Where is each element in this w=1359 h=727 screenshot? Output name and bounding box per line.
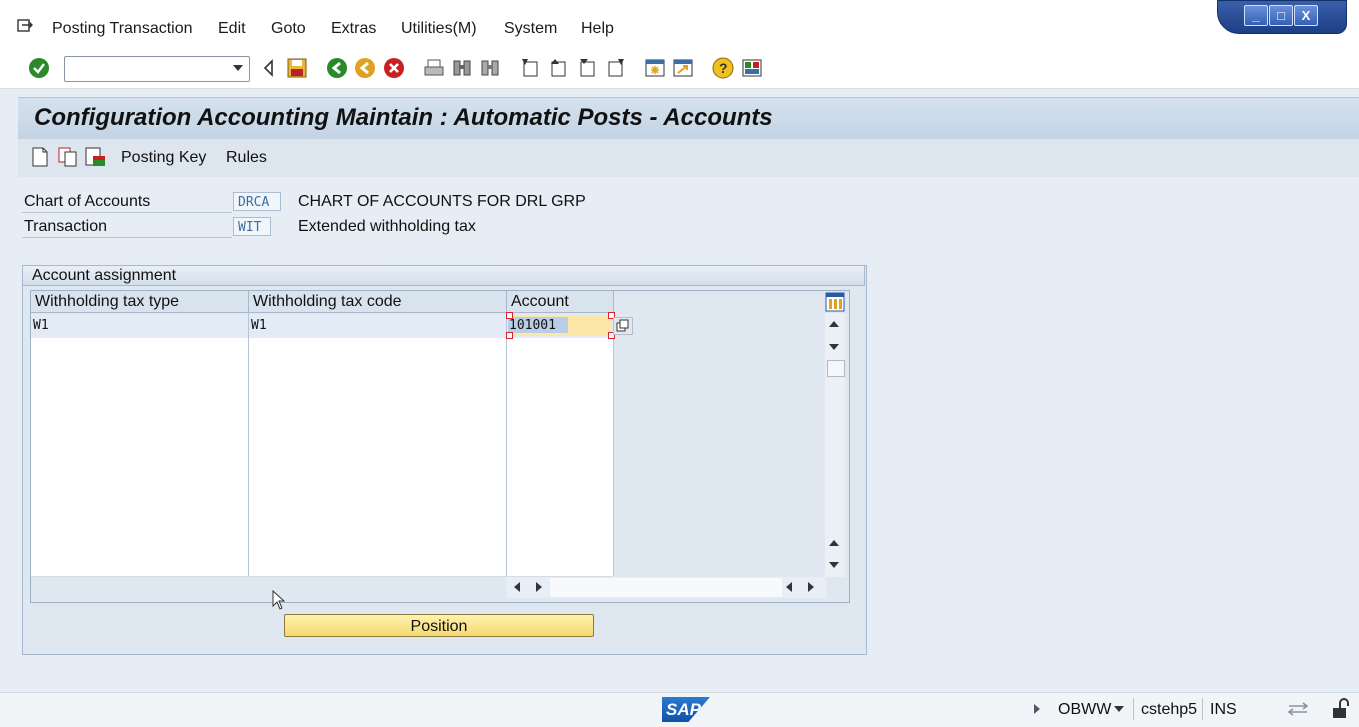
copy-as-icon[interactable]	[58, 147, 78, 172]
menu-bar: Posting Transaction Edit Goto Extras Uti…	[0, 0, 1359, 48]
table-row[interactable]	[31, 338, 613, 363]
menu-edit[interactable]: Edit	[218, 20, 246, 38]
selection-handle	[506, 332, 513, 339]
scroll-left-end-icon[interactable]	[786, 582, 792, 592]
help-icon[interactable]: ?	[712, 57, 734, 79]
menu-goto[interactable]: Goto	[271, 20, 306, 38]
table-row[interactable]	[31, 530, 613, 555]
scroll-left-icon[interactable]	[514, 582, 520, 592]
previous-page-icon[interactable]	[547, 57, 569, 79]
next-page-icon[interactable]	[576, 57, 598, 79]
maximize-button[interactable]: □	[1269, 5, 1293, 26]
rules-button[interactable]: Rules	[226, 149, 267, 167]
scroll-up-icon[interactable]	[829, 321, 839, 327]
status-transaction[interactable]: OBWW	[1058, 701, 1111, 719]
chart-of-accounts-label: Chart of Accounts	[24, 193, 151, 210]
back-icon[interactable]	[326, 57, 348, 79]
application-toolbar	[18, 139, 1359, 177]
chart-of-accounts-field[interactable]: DRCA	[233, 192, 281, 211]
scroll-down-icon[interactable]	[829, 344, 839, 350]
shortcut-icon[interactable]	[672, 57, 694, 79]
connection-icon	[1287, 700, 1311, 725]
menu-system[interactable]: System	[504, 20, 557, 38]
title-bar: Configuration Accounting Maintain : Auto…	[18, 97, 1359, 140]
column-divider	[248, 313, 249, 576]
table-row[interactable]	[31, 386, 613, 411]
posting-key-button[interactable]: Posting Key	[121, 149, 206, 167]
exit-icon[interactable]	[354, 57, 376, 79]
label-underline	[22, 237, 232, 238]
enter-icon[interactable]	[28, 57, 50, 79]
column-header-tax-type[interactable]: Withholding tax type	[31, 291, 249, 313]
menu-extras[interactable]: Extras	[331, 20, 376, 38]
window-controls: _ □ X	[1217, 0, 1347, 34]
chart-of-accounts-description: CHART OF ACCOUNTS FOR DRL GRP	[298, 193, 586, 210]
table-row[interactable]	[31, 410, 613, 435]
transaction-label: Transaction	[24, 218, 107, 235]
mouse-pointer-icon	[272, 589, 286, 615]
status-dropdown-icon[interactable]	[1114, 706, 1124, 712]
menu-posting-transaction[interactable]: Posting Transaction	[52, 20, 193, 38]
status-server: cstehp5	[1141, 701, 1198, 718]
svg-text:?: ?	[719, 60, 728, 76]
scroll-page-up-icon[interactable]	[829, 540, 839, 546]
table-row[interactable]	[31, 482, 613, 507]
position-button[interactable]: Position	[284, 614, 594, 637]
group-title: Account assignment	[32, 267, 177, 284]
new-session-icon[interactable]	[644, 57, 666, 79]
scroll-page-down-icon[interactable]	[829, 562, 839, 568]
vertical-scrollbar[interactable]	[825, 313, 845, 577]
column-divider	[613, 313, 614, 576]
table-row[interactable]	[31, 506, 613, 531]
cell-tax-type[interactable]: W1	[33, 318, 49, 333]
status-separator	[1133, 698, 1134, 720]
chevron-down-icon[interactable]	[233, 65, 243, 71]
print-icon[interactable]	[423, 57, 445, 79]
back-nav-icon[interactable]	[258, 57, 280, 79]
save-icon[interactable]	[286, 57, 308, 79]
scroll-right-icon[interactable]	[536, 582, 542, 592]
menu-help[interactable]: Help	[581, 20, 614, 38]
delete-icon[interactable]	[85, 147, 107, 172]
first-page-icon[interactable]	[519, 57, 541, 79]
transaction-description: Extended withholding tax	[298, 218, 476, 235]
close-button[interactable]: X	[1294, 5, 1318, 26]
status-expand-icon[interactable]	[1034, 704, 1040, 714]
find-next-icon[interactable]	[479, 57, 501, 79]
find-icon[interactable]	[451, 57, 473, 79]
cancel-icon[interactable]	[383, 57, 405, 79]
label-underline	[22, 212, 232, 213]
horizontal-scroll-track[interactable]	[550, 578, 782, 597]
scroll-thumb[interactable]	[827, 360, 845, 377]
column-header-tax-code[interactable]: Withholding tax code	[249, 291, 507, 313]
table-row[interactable]	[31, 434, 613, 459]
new-entries-icon[interactable]	[31, 147, 49, 172]
command-field[interactable]	[64, 56, 250, 82]
cell-tax-code[interactable]: W1	[251, 318, 267, 333]
menu-toggle-icon[interactable]	[17, 18, 33, 32]
table-row[interactable]	[31, 362, 613, 387]
group-header: Account assignment	[22, 265, 865, 286]
table-row[interactable]	[31, 554, 613, 577]
lock-icon[interactable]	[1330, 698, 1352, 725]
column-header-account[interactable]: Account	[507, 291, 614, 313]
value-help-icon[interactable]	[613, 317, 633, 335]
scroll-right-end-icon[interactable]	[808, 582, 814, 592]
layout-menu-icon[interactable]	[741, 57, 763, 79]
account-input[interactable]: 101001	[508, 315, 612, 336]
column-divider	[506, 313, 507, 576]
minimize-button[interactable]: _	[1244, 5, 1268, 26]
menu-utilities[interactable]: Utilities(M)	[401, 20, 477, 38]
last-page-icon[interactable]	[604, 57, 626, 79]
cell-account: 101001	[509, 318, 556, 333]
selection-handle	[506, 312, 513, 319]
table-row[interactable]	[31, 458, 613, 483]
status-insert-mode[interactable]: INS	[1210, 701, 1237, 719]
status-separator	[1202, 698, 1203, 720]
transaction-field[interactable]: WIT	[233, 217, 271, 236]
page-title: Configuration Accounting Maintain : Auto…	[34, 104, 773, 131]
